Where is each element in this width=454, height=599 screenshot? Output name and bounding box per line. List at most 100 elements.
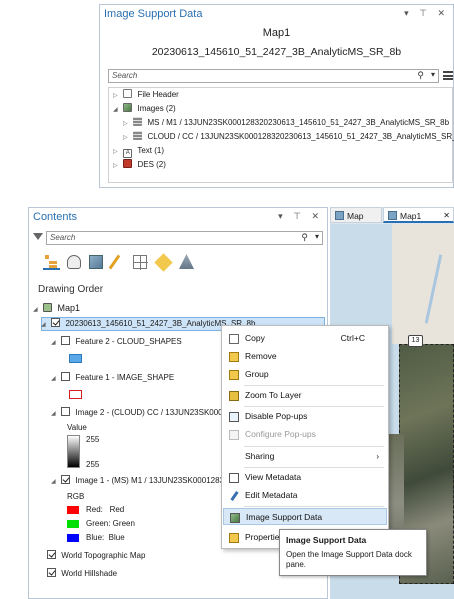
menu-item-group[interactable]: Group: [223, 366, 387, 383]
map-icon: [43, 303, 53, 312]
list-by-labeling-icon[interactable]: [154, 253, 173, 272]
menu-item-copy[interactable]: Copy Ctrl+C: [223, 330, 387, 347]
raster-name: 20230613_145610_51_2427_3B_AnalyticMS_SR…: [151, 46, 402, 58]
menu-item-disable-popups[interactable]: Disable Pop-ups: [223, 408, 387, 425]
tooltip: Image Support Data Open the Image Suppor…: [279, 529, 427, 576]
red-swatch: [67, 506, 79, 514]
chevron-right-icon: ›: [376, 452, 379, 461]
image1-node[interactable]: ◢ Image 1 - (MS) M1 / 13JUN23SK0001283: [51, 475, 224, 487]
menu-separator: [244, 406, 384, 407]
popup-icon: [229, 412, 239, 422]
expand-arrow-icon[interactable]: ▷: [113, 90, 121, 102]
menu-item-remove[interactable]: Remove: [223, 348, 387, 365]
image2-node[interactable]: ◢ Image 2 - (CLOUD) CC / 13JUN23SK0001: [51, 407, 227, 419]
tree-item-cloud-image[interactable]: ▷ CLOUD / CC / 13JUN23SK000128320230613_…: [123, 131, 454, 143]
expand-arrow-icon[interactable]: ▷: [123, 118, 131, 130]
value-high: 255: [86, 435, 100, 444]
collapse-arrow-icon[interactable]: ◢: [33, 304, 41, 316]
menu-separator: [244, 385, 384, 386]
tab-map1[interactable]: Map1 ✕: [383, 207, 454, 223]
collapse-arrow-icon[interactable]: ◢: [113, 104, 121, 116]
menu-separator: [244, 446, 384, 447]
image1-checkbox[interactable]: [61, 475, 71, 484]
list-by-drawing-order-icon[interactable]: [43, 253, 60, 270]
configure-popup-icon: [229, 430, 239, 440]
feature2-node[interactable]: ◢ Feature 2 - CLOUD_SHAPES: [51, 336, 182, 348]
contents-title: Contents: [33, 211, 78, 223]
collapse-arrow-icon[interactable]: ◢: [51, 408, 59, 420]
list-by-perspective-icon[interactable]: [179, 254, 194, 269]
map-node[interactable]: ◢ Map1: [33, 302, 80, 314]
hillshade-basemap-node[interactable]: World Hillshade: [47, 568, 117, 580]
list-by-source-icon[interactable]: [67, 255, 81, 269]
raster-stack-icon: [133, 131, 143, 140]
tooltip-title: Image Support Data: [286, 535, 367, 545]
collapse-arrow-icon[interactable]: ◢: [51, 373, 59, 385]
land-area: [392, 224, 454, 344]
menu-item-configure-popups[interactable]: Configure Pop-ups: [223, 426, 387, 443]
drawing-order-heading: Drawing Order: [38, 284, 104, 295]
menu-icon[interactable]: [443, 71, 453, 80]
list-by-snapping-icon[interactable]: [133, 255, 148, 270]
green-band-label: Green: Green: [86, 519, 135, 528]
layer-visibility-checkbox[interactable]: [51, 318, 61, 327]
close-icon[interactable]: ✕: [443, 208, 450, 224]
raster-stack-icon: [133, 117, 143, 126]
tree-item-images[interactable]: ◢ Images (2): [113, 103, 176, 115]
cloud-shapes-swatch: [69, 354, 82, 363]
menu-item-image-support-data[interactable]: Image Support Data: [223, 508, 387, 525]
remove-icon: [229, 352, 239, 362]
topo-checkbox[interactable]: [47, 550, 56, 559]
search-icon[interactable]: ⚲: [417, 70, 424, 81]
image-shape-swatch: [69, 390, 82, 399]
road-shield: 13: [408, 335, 423, 347]
hillshade-checkbox[interactable]: [47, 568, 56, 577]
menu-separator: [244, 506, 384, 507]
zoom-to-layer-icon: [229, 391, 239, 401]
tab-map[interactable]: Map: [330, 207, 382, 223]
feature2-checkbox[interactable]: [61, 336, 71, 345]
list-by-editing-icon[interactable]: [108, 254, 121, 270]
tree-item-des[interactable]: ▷ DES (2): [113, 159, 166, 171]
map-name: Map1: [262, 27, 291, 39]
tree-item-file-header[interactable]: ▷ File Header: [113, 89, 179, 101]
copy-icon: [229, 334, 239, 344]
tree-item-ms-image[interactable]: ▷ MS / M1 / 13JUN23SK000128320230613_145…: [123, 117, 449, 129]
pane-controls[interactable]: ▾ ⊤ ✕: [404, 8, 449, 19]
chevron-down-icon[interactable]: ▾: [315, 232, 319, 241]
grayscale-ramp: [67, 435, 80, 468]
collapse-arrow-icon[interactable]: ◢: [51, 476, 59, 488]
pane-controls[interactable]: ▾ ⊤ ✕: [278, 211, 323, 222]
expand-arrow-icon[interactable]: ▷: [113, 146, 121, 158]
expand-arrow-icon[interactable]: ▷: [113, 160, 121, 172]
list-by-selection-icon[interactable]: [89, 255, 103, 269]
copy-shortcut: Ctrl+C: [340, 333, 365, 343]
image2-checkbox[interactable]: [61, 407, 71, 416]
image-support-data-icon: [230, 513, 240, 523]
image-support-title: Image Support Data: [104, 8, 203, 20]
menu-item-sharing[interactable]: Sharing ›: [223, 448, 387, 465]
expand-arrow-icon[interactable]: ▷: [123, 132, 131, 144]
search-icon[interactable]: ⚲: [301, 232, 308, 243]
map-tab-icon: [335, 211, 344, 220]
collapse-arrow-icon[interactable]: ◢: [51, 337, 59, 349]
menu-item-edit-metadata[interactable]: Edit Metadata: [223, 487, 387, 504]
contents-search-input[interactable]: Search ⚲ ▾: [46, 231, 323, 245]
collapse-arrow-icon[interactable]: ◢: [41, 319, 49, 331]
chevron-down-icon[interactable]: ▾: [431, 70, 435, 79]
feature1-checkbox[interactable]: [61, 372, 71, 381]
tree-item-text[interactable]: ▷ A Text (1): [113, 145, 164, 158]
value-low: 255: [86, 460, 100, 469]
topo-basemap-node[interactable]: World Topographic Map: [47, 550, 145, 562]
menu-item-view-metadata[interactable]: View Metadata: [223, 469, 387, 486]
menu-item-zoom-to-layer[interactable]: Zoom To Layer: [223, 387, 387, 404]
search-input[interactable]: Search ⚲ ▾: [108, 69, 439, 83]
file-icon: [123, 89, 133, 98]
text-icon: A: [123, 149, 133, 158]
images-icon: [123, 103, 133, 112]
feature1-node[interactable]: ◢ Feature 1 - IMAGE_SHAPE: [51, 372, 174, 384]
search-placeholder: Search: [50, 233, 76, 242]
filter-icon[interactable]: [33, 233, 43, 240]
menu-separator: [244, 467, 384, 468]
properties-icon: [229, 533, 239, 543]
